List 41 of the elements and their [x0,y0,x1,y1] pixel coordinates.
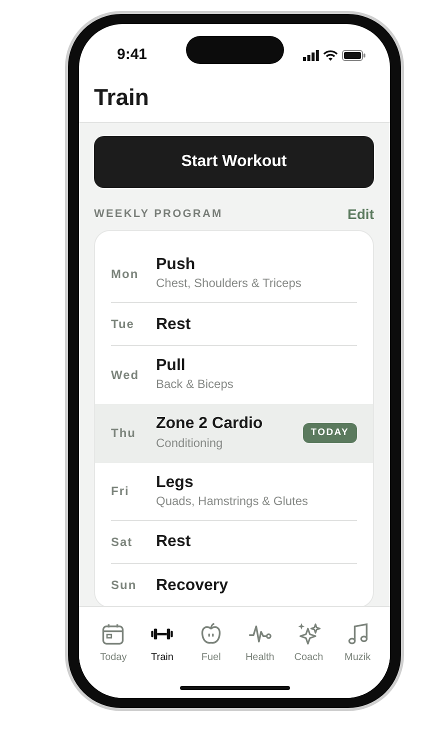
day-row[interactable]: Fri Legs Quads, Hamstrings & Glutes [95,462,373,521]
workout-subtitle: Quads, Hamstrings & Glutes [156,492,308,510]
tab-item[interactable]: Health [235,621,284,698]
day-label: Thu [111,424,137,442]
workout-title: Push [156,255,196,274]
sparkles-icon [296,621,322,647]
tab-item[interactable]: Muzik [333,621,382,698]
page-title: Train [94,84,149,112]
workout-subtitle: Conditioning [156,434,224,452]
day-row[interactable]: Sun Recovery [95,564,373,606]
day-row[interactable]: Wed Pull Back & Biceps [95,346,373,404]
day-row[interactable]: Sat Rest [95,520,373,564]
day-label: Sun [111,577,138,594]
start-workout-button[interactable]: Start Workout [94,136,374,188]
status-time: 9:41 [117,44,148,65]
workout-title: Recovery [156,576,228,595]
tab-item[interactable]: Fuel [186,621,236,698]
day-row[interactable]: Thu Zone 2 Cardio Conditioning TODAY [95,404,373,463]
workout-title: Legs [156,472,194,492]
workout-subtitle: Chest, Shoulders & Triceps [156,275,302,292]
workout-title: Rest [156,532,191,552]
day-label: Wed [111,366,140,384]
workout-title: Rest [156,314,191,334]
day-row[interactable]: Tue Rest [95,303,373,346]
wifi-icon [323,50,338,60]
day-row[interactable]: Mon Push Chest, Shoulders & Triceps [95,245,373,304]
day-label: Tue [111,316,136,334]
workout-subtitle: Back & Biceps [156,376,234,394]
signal-icon [303,50,319,60]
section-heading: WEEKLY PROGRAM [94,206,223,222]
workout-title: Zone 2 Cardio [156,414,263,434]
tab-item[interactable]: Today [89,621,138,698]
today-badge: TODAY [302,422,357,444]
day-label: Mon [111,266,140,283]
edit-link[interactable]: Edit [348,204,374,224]
tab-item[interactable]: Coach [284,621,334,698]
day-label: Fri [111,483,130,500]
tab-item[interactable]: Train [138,621,187,698]
battery-icon [342,50,366,60]
day-label: Sat [111,534,134,551]
workout-title: Pull [156,356,186,376]
